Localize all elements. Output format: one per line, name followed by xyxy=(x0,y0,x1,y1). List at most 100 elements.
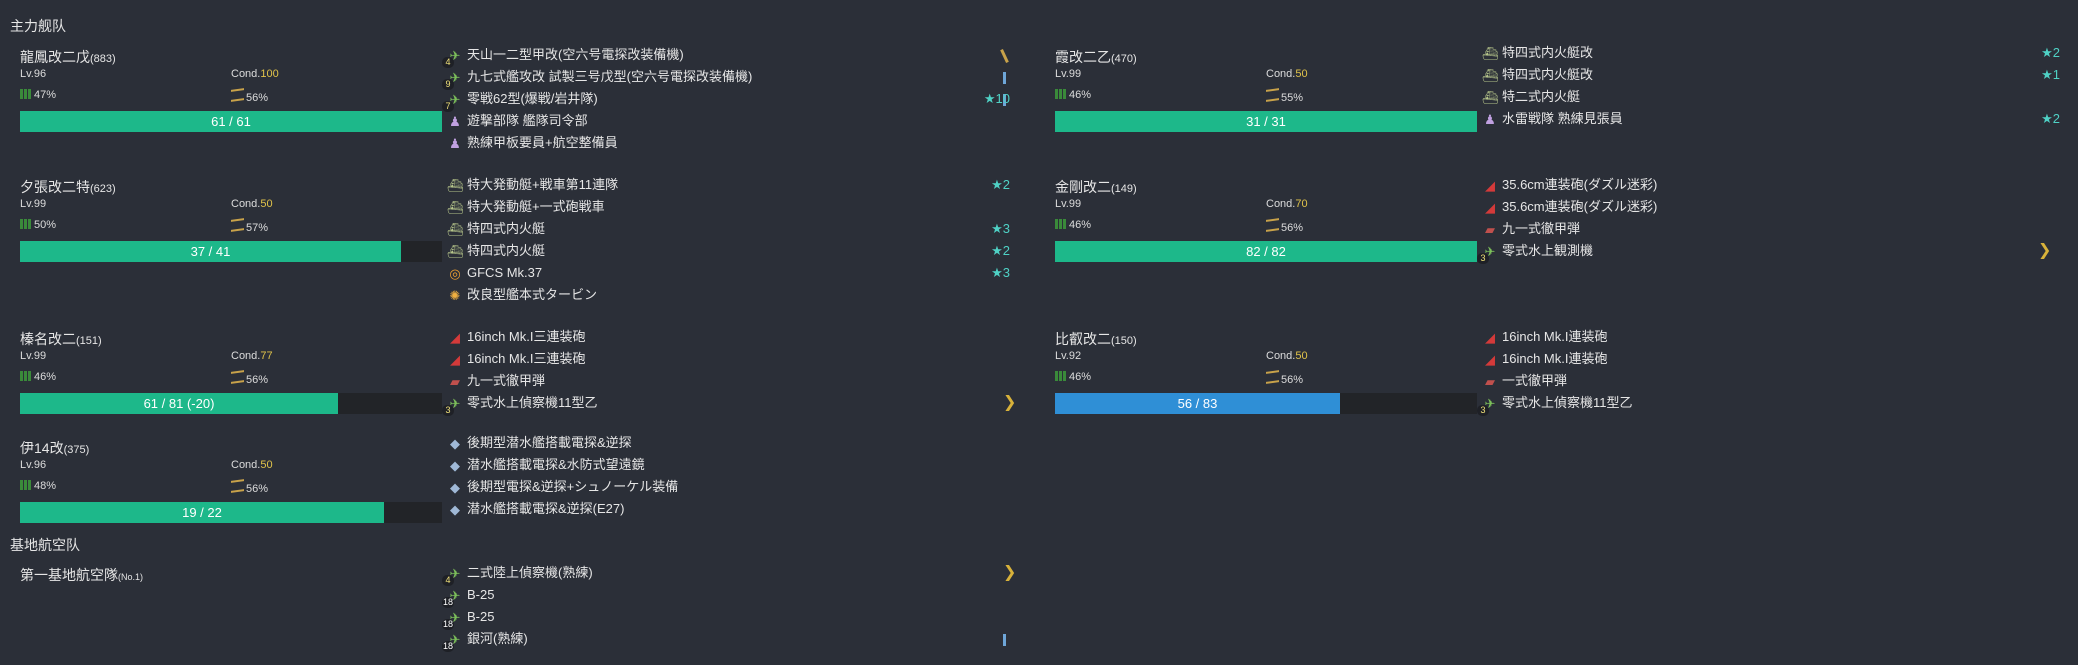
equipment-item[interactable]: ⛴ 特大発動艇+戦車第11連隊 ★2 xyxy=(446,174,1010,196)
condition-label: Cond. xyxy=(1266,68,1296,80)
seaplane-icon: ✈ 3 xyxy=(1477,395,1499,416)
equipment-name: 零式水上観測機 xyxy=(1502,243,1594,258)
plane-icon: ✈ 4 xyxy=(442,47,464,68)
equipment-item[interactable]: ◆ 後期型潜水艦搭載電探&逆探 xyxy=(446,432,1010,454)
ammo-icon xyxy=(1266,88,1279,102)
equipment-item[interactable]: ✈ 9 九七式艦攻改 試製三号戊型(空六号電探改装備機) xyxy=(442,66,1010,90)
slot-count: 3 xyxy=(1477,404,1489,416)
equipment-name: 天山一二型甲改(空六号電探改装備機) xyxy=(467,47,684,62)
ship-name[interactable]: 榛名改二(151) xyxy=(20,329,102,349)
equipment-item[interactable]: ⛴ 特二式内火艇 xyxy=(1481,86,2060,108)
equipment-item[interactable]: ⛴ 特四式内火艇 ★3 xyxy=(446,218,1010,240)
equipment-name: 潜水艦搭載電探&水防式望遠鏡 xyxy=(467,457,645,472)
improvement-stars: ★2 xyxy=(991,177,1010,192)
equipment-name: B-25 xyxy=(467,587,495,602)
equipment-name: 零式水上偵察機11型乙 xyxy=(467,395,598,410)
equipment-name: 九一式徹甲弾 xyxy=(467,373,546,388)
condition-value: 70 xyxy=(1295,198,1308,210)
ship-id: (150) xyxy=(1111,335,1137,347)
proficiency-icon xyxy=(1000,44,1009,66)
equipment-item[interactable]: ✈ 3 零式水上偵察機11型乙 ❯ xyxy=(442,392,1016,416)
level-text: Lv.92 xyxy=(1055,350,1082,362)
ammo-icon xyxy=(231,88,244,102)
ship-id: (375) xyxy=(63,444,90,456)
boat-icon: ⛴ xyxy=(446,243,464,259)
fuel-icon xyxy=(20,89,32,99)
hp-text: 37 / 41 xyxy=(190,244,231,259)
equipment-item[interactable]: ✈ 18 銀河(熟練) xyxy=(442,628,1010,652)
condition: Cond.50 xyxy=(231,459,273,471)
equipment-item[interactable]: ▰ 九一式徹甲弾 xyxy=(446,370,1010,392)
ammo-icon xyxy=(1266,218,1279,232)
equipment-item[interactable]: ⛴ 特大発動艇+一式砲戦車 xyxy=(446,196,1010,218)
equipment-item[interactable]: ✈ 3 零式水上偵察機11型乙 xyxy=(1477,392,2060,416)
proficiency-icon xyxy=(1003,66,1006,88)
plane-icon: ✈ 4 xyxy=(442,565,464,586)
equipment-name: 後期型電探&逆探+シュノーケル装備 xyxy=(467,479,679,494)
equipment-item[interactable]: ◢ 16inch Mk.I連装砲 xyxy=(1481,326,2060,348)
ship-name[interactable]: 伊14改(375) xyxy=(20,438,89,458)
equipment-item[interactable]: ◆ 潜水艦搭載電探&逆探(E27) xyxy=(446,498,1010,520)
shell-icon: ▰ xyxy=(1485,221,1495,237)
ship-name[interactable]: 比叡改二(150) xyxy=(1055,329,1137,349)
fuel-value: 46% xyxy=(1069,219,1092,231)
ammo-status: 56% xyxy=(231,479,268,495)
fuel-value: 50% xyxy=(34,219,57,231)
gun-icon: ◢ xyxy=(450,351,460,367)
ship-name-text: 霞改二乙 xyxy=(1055,49,1111,65)
equipment-item[interactable]: ✈ 3 零式水上観測機 ❯ xyxy=(1477,240,2060,264)
condition: Cond.50 xyxy=(231,198,273,210)
hp-bar: 61 / 81 (-20) xyxy=(20,393,442,414)
equipment-item[interactable]: ✺ 改良型艦本式タービン xyxy=(446,284,1010,306)
ship-name[interactable]: 金剛改二(149) xyxy=(1055,177,1137,197)
condition-label: Cond. xyxy=(1266,350,1296,362)
equipment-item[interactable]: ⛴ 特四式内火艇 ★2 xyxy=(446,240,1010,262)
proficiency-icon xyxy=(1003,628,1006,650)
equipment-item[interactable]: ◆ 潜水艦搭載電探&水防式望遠鏡 xyxy=(446,454,1010,476)
equipment-item[interactable]: ◎ GFCS Mk.37 ★3 xyxy=(446,262,1010,284)
condition-value: 50 xyxy=(1295,350,1308,362)
air-base-name[interactable]: 第一基地航空隊(No.1) xyxy=(20,565,143,585)
equipment-item[interactable]: ◢ 35.6cm連装砲(ダズル迷彩) xyxy=(1481,174,2060,196)
equipment-item[interactable]: ♟ 水雷戦隊 熟練見張員 ★2 xyxy=(1481,108,2060,130)
equipment-name: 改良型艦本式タービン xyxy=(467,287,598,302)
equipment-name: 特四式内火艇改 xyxy=(1502,67,1594,82)
fuel-icon xyxy=(20,480,32,490)
equipment-item[interactable]: ◢ 16inch Mk.I三連装砲 xyxy=(446,326,1010,348)
boat-icon: ⛴ xyxy=(1481,45,1499,61)
equipment-item[interactable]: ◢ 35.6cm連装砲(ダズル迷彩) xyxy=(1481,196,2060,218)
boat-icon: ⛴ xyxy=(1481,89,1499,105)
equipment-item[interactable]: ◆ 後期型電探&逆探+シュノーケル装備 xyxy=(446,476,1010,498)
ship-name[interactable]: 霞改二乙(470) xyxy=(1055,47,1137,67)
equipment-item[interactable]: ▰ 九一式徹甲弾 xyxy=(1481,218,2060,240)
seaplane-icon: ✈ 3 xyxy=(442,395,464,416)
equipment-item[interactable]: ⛴ 特四式内火艇改 ★1 xyxy=(1481,64,2060,86)
ship-name[interactable]: 龍鳳改二戊(883) xyxy=(20,47,116,67)
equipment-name: 35.6cm連装砲(ダズル迷彩) xyxy=(1502,199,1658,214)
equipment-item[interactable]: ✈ 4 二式陸上偵察機(熟練) ❯ xyxy=(442,562,1016,586)
plane-icon: ✈ 18 xyxy=(442,587,461,608)
sonar-icon: ◆ xyxy=(450,479,460,495)
equipment-item[interactable]: ✈ 7 零戦62型(爆戦/岩井隊) ★10 xyxy=(442,88,1010,112)
gun-icon: ◢ xyxy=(450,329,460,345)
ammo-icon xyxy=(231,370,244,384)
equipment-item[interactable]: ▰ 一式徹甲弾 xyxy=(1481,370,2060,392)
improvement-stars: ★2 xyxy=(2041,45,2060,60)
equipment-item[interactable]: ◢ 16inch Mk.I三連装砲 xyxy=(446,348,1010,370)
fuel-value: 46% xyxy=(1069,371,1092,383)
equipment-item[interactable]: ✈ 18 B-25 xyxy=(442,606,1010,630)
equipment-item[interactable]: ♟ 遊撃部隊 艦隊司令部 xyxy=(446,110,1010,132)
equipment-item[interactable]: ⛴ 特四式内火艇改 ★2 xyxy=(1481,42,2060,64)
level-text: Lv.96 xyxy=(20,459,47,471)
ship-name[interactable]: 夕張改二特(623) xyxy=(20,177,116,197)
hp-bar: 37 / 41 xyxy=(20,241,442,262)
improvement-stars: ★10 xyxy=(983,91,1010,106)
equipment-item[interactable]: ✈ 18 B-25 xyxy=(442,584,1010,608)
equipment-item[interactable]: ✈ 4 天山一二型甲改(空六号電探改装備機) xyxy=(442,44,1010,68)
equipment-item[interactable]: ◢ 16inch Mk.I連装砲 xyxy=(1481,348,2060,370)
base-air-title: 基地航空队 xyxy=(10,537,80,553)
hp-text: 61 / 61 xyxy=(211,114,251,129)
plane-icon: ✈ 18 xyxy=(442,631,461,652)
equipment-item[interactable]: ♟ 熟練甲板要員+航空整備員 xyxy=(446,132,1010,154)
equipment-name: 35.6cm連装砲(ダズル迷彩) xyxy=(1502,177,1658,192)
